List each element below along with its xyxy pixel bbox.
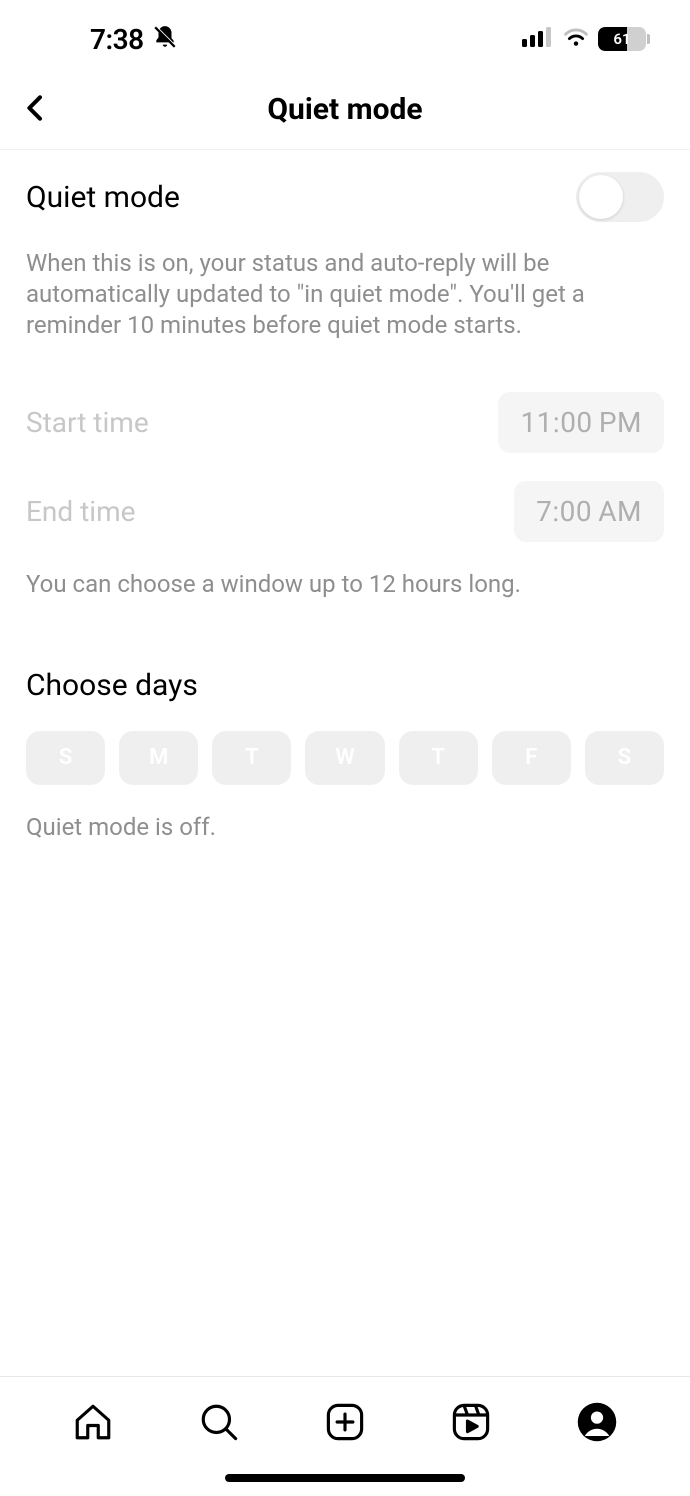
day-thursday[interactable]: T xyxy=(399,731,478,785)
day-sunday[interactable]: S xyxy=(26,731,105,785)
nav-header: Quiet mode xyxy=(0,70,690,150)
home-indicator[interactable] xyxy=(225,1474,465,1482)
nav-profile[interactable] xyxy=(572,1397,622,1447)
start-time-label: Start time xyxy=(26,406,149,439)
status-bar: 7:38 xyxy=(0,0,690,70)
time-window-hint: You can choose a window up to 12 hours l… xyxy=(26,570,664,598)
status-time: 7:38 xyxy=(90,23,144,56)
choose-days-title: Choose days xyxy=(26,668,664,703)
quiet-mode-description: When this is on, your status and auto-re… xyxy=(26,248,664,342)
day-saturday[interactable]: S xyxy=(585,731,664,785)
nav-reels[interactable] xyxy=(446,1397,496,1447)
wifi-icon xyxy=(562,26,590,52)
back-button[interactable] xyxy=(20,92,52,128)
nav-home[interactable] xyxy=(68,1397,118,1447)
cell-signal-icon xyxy=(522,27,554,51)
end-time-value[interactable]: 7:00 AM xyxy=(514,481,664,542)
nav-create[interactable] xyxy=(320,1397,370,1447)
quiet-mode-label: Quiet mode xyxy=(26,180,180,215)
quiet-mode-status: Quiet mode is off. xyxy=(26,813,664,841)
bell-off-icon xyxy=(152,24,178,54)
nav-search[interactable] xyxy=(194,1397,244,1447)
quiet-mode-row: Quiet mode xyxy=(26,172,664,222)
content: Quiet mode When this is on, your status … xyxy=(0,150,690,841)
day-wednesday[interactable]: W xyxy=(305,731,384,785)
quiet-mode-toggle[interactable] xyxy=(576,172,664,222)
day-monday[interactable]: M xyxy=(119,731,198,785)
battery-icon: 61 xyxy=(598,27,650,51)
start-time-value[interactable]: 11:00 PM xyxy=(498,392,664,453)
days-selector: S M T W T F S xyxy=(26,731,664,785)
page-title: Quiet mode xyxy=(20,92,670,127)
end-time-label: End time xyxy=(26,495,135,528)
day-friday[interactable]: F xyxy=(492,731,571,785)
end-time-row: End time 7:00 AM xyxy=(26,481,664,542)
start-time-row: Start time 11:00 PM xyxy=(26,392,664,453)
day-tuesday[interactable]: T xyxy=(212,731,291,785)
